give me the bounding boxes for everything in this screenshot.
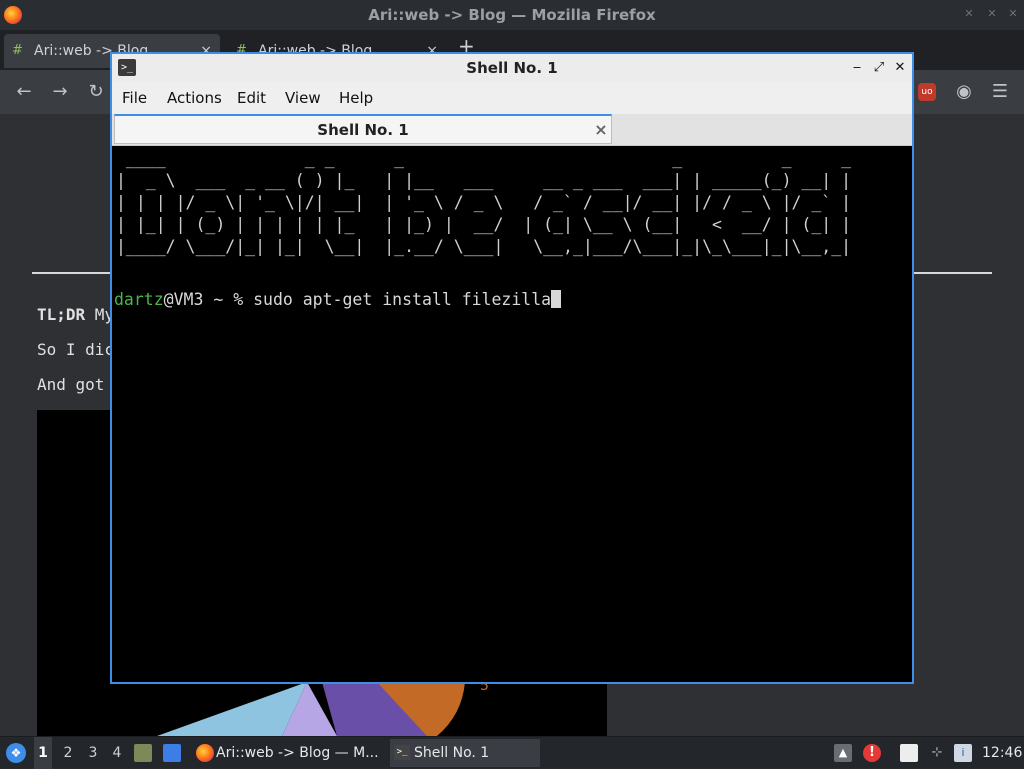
task-shell[interactable]: >_ Shell No. 1 (390, 739, 540, 767)
show-desktop-icon[interactable] (163, 744, 181, 762)
menu-file[interactable]: File (122, 82, 147, 114)
clock[interactable]: 12:46 (982, 737, 1022, 769)
blog-line-3: And got (37, 375, 105, 394)
updates-icon[interactable]: i (954, 744, 972, 762)
forward-arrow-icon[interactable]: → (50, 82, 70, 102)
firefox-icon (196, 744, 214, 762)
desktop-2[interactable]: 2 (59, 737, 77, 769)
upload-icon[interactable]: ▲ (834, 744, 852, 762)
desktop-3[interactable]: 3 (84, 737, 102, 769)
file-manager-icon[interactable] (134, 744, 152, 762)
firefox-window-title: Ari::web -> Blog — Mozilla Firefox (368, 6, 656, 24)
reload-icon[interactable]: ↻ (86, 82, 106, 102)
shell-window-title: Shell No. 1 (466, 59, 558, 77)
text-cursor (551, 290, 562, 308)
close-icon[interactable]: ✕ (891, 58, 909, 78)
tab-close-icon[interactable]: × (593, 120, 609, 140)
prompt-user: dartz (114, 290, 164, 309)
desktop-1[interactable]: 1 (34, 737, 52, 769)
task-firefox-label: Ari::web -> Blog — M... (216, 745, 379, 761)
prompt-host-path: @VM3 ~ % (163, 290, 254, 309)
shell-tabbar: Shell No. 1 × (112, 114, 912, 146)
terminal-icon: >_ (394, 745, 410, 760)
minimize-icon[interactable]: ✕ (962, 7, 976, 21)
privacy-glasses-icon[interactable]: ◉ (954, 82, 974, 102)
start-menu-icon[interactable]: ❖ (6, 743, 26, 763)
blog-line-2: So I dic (37, 340, 115, 359)
menu-actions[interactable]: Actions (167, 82, 222, 114)
desktop-4[interactable]: 4 (108, 737, 126, 769)
ascii-art-banner: ____ _ _ _ _ _ _ | _ \ ___ _ __ ( ) |_ |… (116, 149, 852, 256)
hamburger-menu-icon[interactable]: ☰ (990, 82, 1010, 102)
alert-icon[interactable]: ! (863, 744, 881, 762)
prompt-line: dartz@VM3 ~ % sudo apt-get install filez… (114, 290, 562, 309)
minimize-icon[interactable]: ‒ (848, 58, 866, 78)
menu-edit[interactable]: Edit (237, 82, 266, 114)
blog-line-1: TL;DR My (37, 305, 114, 324)
maximize-icon[interactable]: ⤢ (870, 58, 888, 78)
blog-tldr: TL;DR (37, 305, 86, 324)
close-icon[interactable]: ✕ (1006, 7, 1020, 21)
terminal-icon: >_ (118, 59, 136, 76)
clipboard-icon[interactable] (900, 744, 918, 762)
taskbar: ❖ 1 2 3 4 Ari::web -> Blog — M... >_ She… (0, 736, 1024, 769)
maximize-icon[interactable]: ✕ (985, 7, 999, 21)
hash-icon: # (12, 43, 23, 58)
firefox-logo-icon (4, 6, 22, 24)
typed-command: sudo apt-get install filezilla (253, 290, 552, 309)
network-icon[interactable]: ⊹ (928, 744, 946, 762)
firefox-titlebar: Ari::web -> Blog — Mozilla Firefox (0, 0, 1024, 30)
shell-tab-label: Shell No. 1 (317, 121, 409, 139)
menu-view[interactable]: View (285, 82, 321, 114)
shell-titlebar: Shell No. 1 >_ ‒ ⤢ ✕ (112, 54, 912, 82)
ublock-icon[interactable]: uo (918, 83, 936, 101)
task-firefox[interactable]: Ari::web -> Blog — M... (192, 739, 380, 767)
task-shell-label: Shell No. 1 (414, 745, 490, 761)
shell-menubar: File Actions Edit View Help (112, 82, 912, 114)
menu-help[interactable]: Help (339, 82, 373, 114)
shell-tab[interactable]: Shell No. 1 × (114, 114, 612, 144)
back-arrow-icon[interactable]: ← (14, 82, 34, 102)
shell-window: Shell No. 1 >_ ‒ ⤢ ✕ File Actions Edit V… (110, 52, 914, 684)
pie-slice-lightblue (157, 682, 307, 736)
terminal-area[interactable]: ____ _ _ _ _ _ _ | _ \ ___ _ __ ( ) |_ |… (112, 146, 912, 682)
